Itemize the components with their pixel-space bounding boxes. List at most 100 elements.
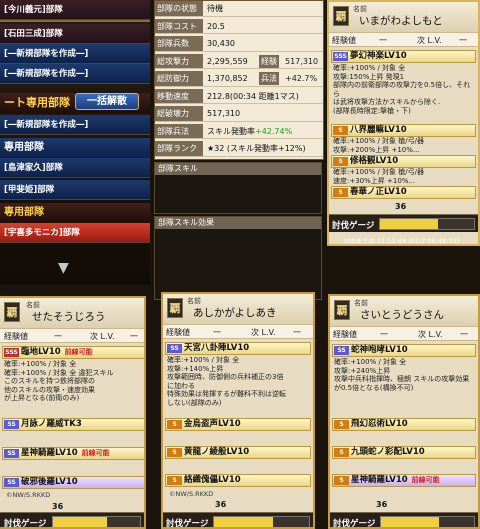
- special-unit-heading-2: 専用部隊: [0, 203, 150, 223]
- blue-unit-heading: 専用部隊: [0, 138, 150, 158]
- skill-name: 黄龍ノ綾般LV10: [184, 447, 250, 457]
- gauge-fill: [380, 219, 439, 229]
- rank-badge: SSS: [333, 52, 348, 61]
- next-level-label: 次 L.V.: [90, 332, 115, 341]
- skill-row[interactable]: S 八界麗嘛LV10: [331, 124, 476, 137]
- status-value: 待機: [207, 4, 223, 13]
- status-row: 部隊の状態 待機: [155, 1, 323, 17]
- gauge-bar: [213, 516, 310, 527]
- status-label: 移動速度: [155, 88, 203, 103]
- skill-row[interactable]: S 修格観LV10: [331, 155, 476, 168]
- unit-skill-panel: 部隊スキル: [154, 162, 322, 214]
- skill-name: 飛幻忍術LV10: [351, 419, 408, 429]
- status-label: 経験: [259, 54, 279, 68]
- general-card[interactable]: 覇 名前 さいとうどうさん 経験値 一 次 L.V. 一 SS 蛇神咆哮LV10 …: [328, 294, 480, 529]
- rank-badge: SS: [4, 478, 19, 487]
- skill-row[interactable]: SSS 夢幻神楽LV10: [331, 50, 476, 63]
- status-value: ★32 (スキル発動率+12%): [207, 144, 306, 153]
- gauge-bar: [52, 516, 141, 527]
- skill-name: 金烏盗声LV10: [184, 419, 241, 429]
- next-level-value: 一: [130, 332, 138, 341]
- status-label: 兵法: [259, 72, 279, 85]
- exp-label: 経験値: [166, 328, 190, 337]
- create-unit-link-3[interactable]: [―新規部隊を作成―]: [0, 115, 150, 135]
- exp-label: 経験値: [4, 332, 28, 341]
- rank-badge: S: [167, 420, 182, 429]
- general-card[interactable]: 覇 名前 せたそうじろう 経験値 一 次 L.V. 一 SSS 臨地LV10 前線可…: [0, 296, 146, 529]
- gauge-fill: [381, 517, 439, 527]
- skill-description: 確率:+100% / 対象 全攻撃:+140%上昇 攻撃範囲時、防御側の兵科補正の…: [167, 356, 286, 407]
- exp-row: 経験値 一 次 L.V. 一: [163, 324, 313, 339]
- skill-name: 臨地LV10: [21, 347, 61, 357]
- skill-row[interactable]: SS 破邪後羅LV10: [2, 476, 144, 489]
- skill-name: 星神騎羅LV10: [21, 448, 78, 458]
- unit-list-sidebar: [今川義元]部隊 [石田三成]部隊 [―新規部隊を作成―] [―新規部隊を作成―…: [0, 0, 150, 285]
- skill-name: 修格観LV10: [350, 156, 399, 166]
- status-label: 部隊兵数: [155, 36, 203, 51]
- general-card[interactable]: 覇 名前 あしかがよしあき 経験値 一 次 L.V. 一 SS 天宮八卦陣LV10…: [161, 292, 315, 529]
- rank-badge: S: [167, 476, 182, 485]
- skill-row[interactable]: SS 星神騎羅LV10 前線可能: [2, 447, 144, 460]
- status-label: 総攻撃力: [155, 53, 203, 68]
- general-portrait-icon: 覇: [4, 302, 20, 322]
- status-label: 部隊コスト: [155, 18, 203, 33]
- scroll-down-arrow-icon[interactable]: ▼: [58, 260, 69, 276]
- skill-name: 月詠ノ羅威TK3: [21, 419, 82, 429]
- skill-row[interactable]: SS 月詠ノ羅威TK3: [2, 418, 144, 431]
- rank-badge: SS: [4, 420, 19, 429]
- create-unit-link-1[interactable]: [―新規部隊を作成―]: [0, 44, 150, 64]
- gauge-bar: [379, 218, 475, 230]
- exp-row: 経験値 一 次 L.V. 一: [0, 328, 144, 343]
- status-row: 部隊ランク ★32 (スキル発動率+12%): [155, 141, 323, 157]
- dismiss-all-button[interactable]: 一括解散: [75, 93, 139, 110]
- status-value: 212.8(00:34 距離1マス): [207, 91, 299, 101]
- skill-row[interactable]: S 九頭蛇ノ彩配LV10: [332, 446, 476, 459]
- exp-value: 一: [213, 328, 221, 337]
- skill-row[interactable]: S 春華ノ正LV10: [331, 186, 476, 199]
- next-level-label: 次 L.V.: [417, 36, 442, 45]
- unit-item-ishida[interactable]: [石田三成]部隊: [0, 24, 150, 44]
- skill-row[interactable]: S 飛幻忍術LV10: [332, 418, 476, 431]
- status-value: 2,295,559: [207, 56, 248, 66]
- status-value: 1,370,852: [207, 74, 248, 83]
- create-unit-link-2[interactable]: [―新規部隊を作成―]: [0, 64, 150, 84]
- unit-item-imagawa[interactable]: [今川義元]部隊: [0, 0, 150, 20]
- skill-row[interactable]: SS 蛇神咆哮LV10: [332, 344, 476, 357]
- skill-row[interactable]: S 絡織傀儡LV10: [165, 474, 311, 487]
- copyright: ©NW/S.RKKD: [169, 490, 214, 498]
- skill-row[interactable]: S 黄龍ノ綾般LV10: [165, 446, 311, 459]
- subjugation-gauge: 討伐ゲージ: [163, 512, 313, 529]
- general-card[interactable]: 覇 名前 いまがわよしもと 経験値 一 次 L.V. 一 SSS 夢幻神楽LV10…: [327, 0, 480, 246]
- gauge-label: 討伐ゲージ: [332, 221, 375, 231]
- frontline-tag: 前線可能: [64, 348, 93, 356]
- status-row: 部隊兵数 30,430: [155, 36, 323, 52]
- gauge-bar: [380, 516, 475, 527]
- skill-row[interactable]: S 金烏盗声LV10: [165, 418, 311, 431]
- unit-item-ukita[interactable]: [宇喜多モニカ]部隊: [0, 223, 150, 243]
- unit-item-shimazu[interactable]: [島津家久]部隊: [0, 158, 150, 178]
- general-name: いまがわよしもと: [359, 15, 443, 27]
- exp-value: 一: [380, 330, 388, 339]
- skill-name: 九頭蛇ノ彩配LV10: [351, 447, 425, 457]
- gauge-label: 討伐ゲージ: [166, 519, 209, 529]
- rank-badge: SS: [334, 346, 349, 355]
- skill-row[interactable]: S 星神騎羅LV10 前線可能: [332, 474, 476, 487]
- skill-name: 八界麗嘛LV10: [350, 125, 407, 135]
- status-row: 総防御力 1,370,852 兵法 +42.7%: [155, 71, 323, 87]
- unit-skill-title: 部隊スキル: [155, 163, 321, 175]
- status-value: +42.7%: [285, 74, 318, 83]
- next-level-value: 一: [459, 36, 467, 45]
- status-label: 部隊の状態: [155, 1, 203, 16]
- general-portrait-icon: 覇: [333, 6, 349, 26]
- copyright: ©NW/S.RKKD: [6, 491, 51, 499]
- rank-badge: S: [334, 476, 349, 485]
- status-label: 部隊ランク: [155, 141, 203, 156]
- skill-row[interactable]: SS 天宮八卦陣LV10: [165, 342, 311, 355]
- card-header: 覇 名前 せたそうじろう: [0, 298, 144, 328]
- skill-row[interactable]: SSS 臨地LV10 前線可能: [2, 346, 144, 359]
- unit-item-kaihime[interactable]: [甲斐姫]部隊: [0, 180, 150, 200]
- frontline-tag: 前線可能: [411, 476, 440, 484]
- rank-badge: S: [334, 420, 349, 429]
- status-value: 20.5: [207, 21, 225, 31]
- status-row: 総破壊力 517,310: [155, 106, 323, 122]
